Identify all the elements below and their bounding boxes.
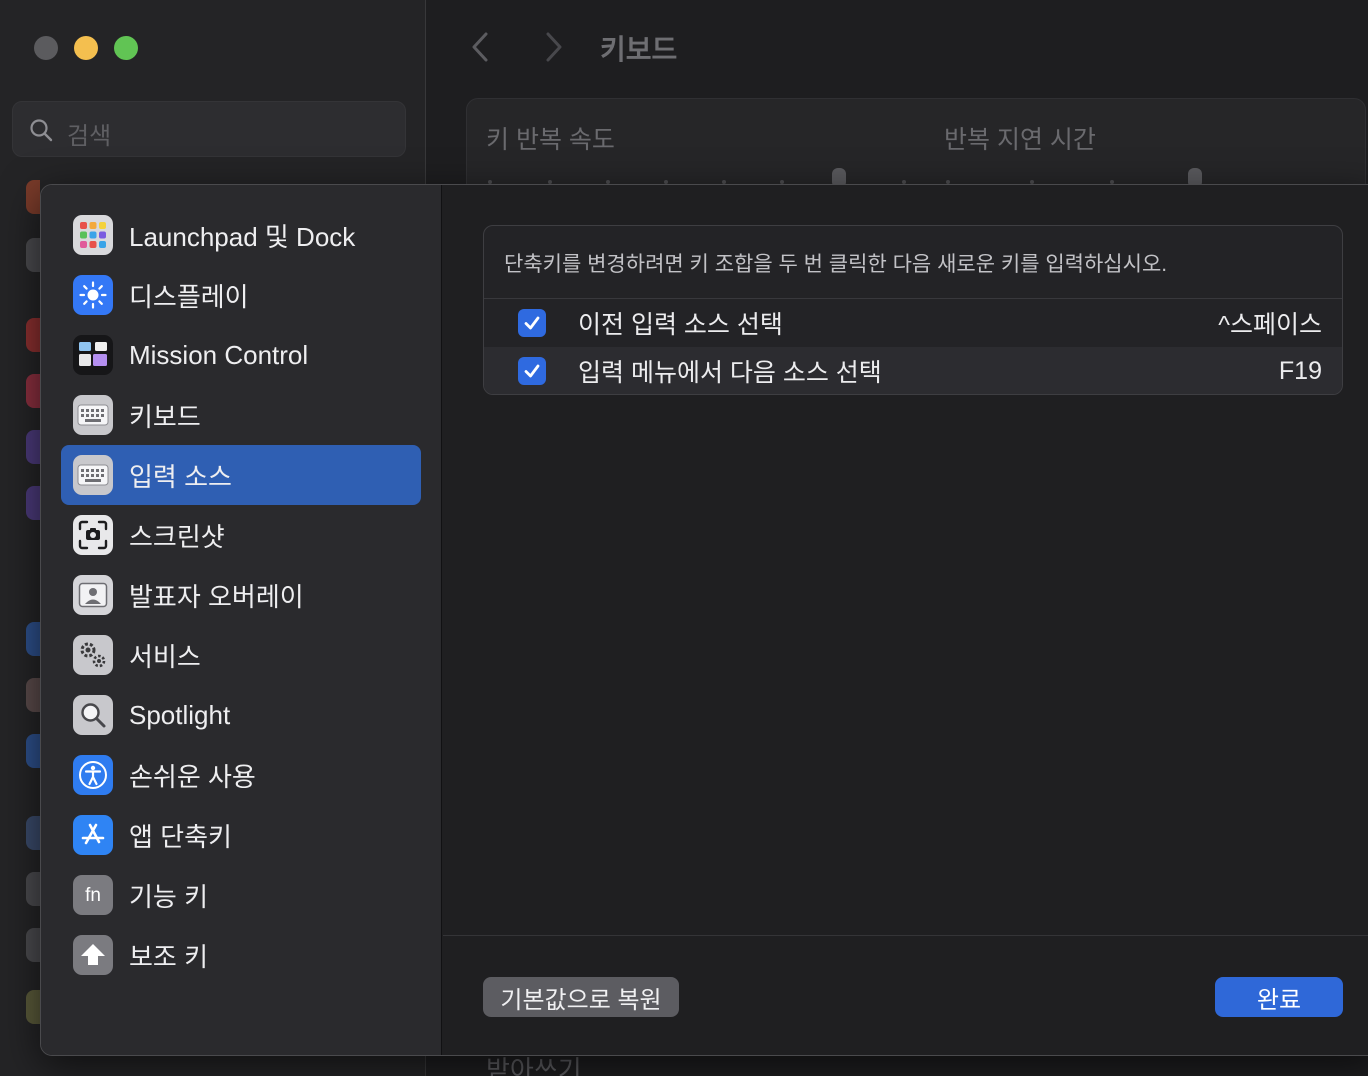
footer-divider [443,935,1368,936]
shortcut-detail-pane: 단축키를 변경하려면 키 조합을 두 번 클릭한 다음 새로운 키를 입력하십시… [443,185,1368,1055]
delay-until-repeat-label: 반복 지연 시간 [944,126,1096,154]
category-label: 키보드 [129,401,201,432]
page-title: 키보드 [600,34,678,65]
shortcut-hint-text: 단축키를 변경하려면 키 조합을 두 번 클릭한 다음 새로운 키를 입력하십시… [504,253,1168,276]
hidden-sidebar-icon [26,622,40,656]
category-services[interactable]: 서비스 [61,625,421,685]
key-repeat-rate-label: 키 반복 속도 [486,126,615,154]
keyboard-shortcuts-sheet: Launchpad 및 Dock 디스플레이 Mission Control 키… [40,184,1368,1056]
category-presenter-overlay[interactable]: 발표자 오버레이 [61,565,421,625]
window-close-button[interactable] [34,36,58,60]
search-placeholder: 검색 [67,123,112,150]
window-minimize-button[interactable] [74,36,98,60]
category-modifier-keys[interactable]: 보조 키 [61,925,421,985]
hidden-sidebar-icon [26,678,40,712]
hidden-sidebar-icon [26,872,40,906]
category-label: 스크린샷 [129,521,225,552]
hidden-sidebar-icon [26,928,40,962]
restore-defaults-button[interactable]: 기본값으로 복원 [483,977,679,1017]
hidden-sidebar-icon [26,816,40,850]
category-label: Mission Control [129,339,309,370]
category-keyboard[interactable]: 키보드 [61,385,421,445]
app-store-icon [73,815,113,855]
modifier-arrow-icon [73,935,113,975]
keyboard-icon [73,455,113,495]
shortcut-key-combo[interactable]: F19 [1279,357,1322,386]
launchpad-icon [73,215,113,255]
category-accessibility[interactable]: 손쉬운 사용 [61,745,421,805]
shortcut-enabled-checkbox[interactable] [518,309,546,337]
category-label: Launchpad 및 Dock [129,221,356,252]
hidden-sidebar-icon [26,486,40,520]
shortcut-key-combo[interactable]: ^스페이스 [1218,305,1322,341]
category-mission-control[interactable]: Mission Control [61,325,421,385]
svg-text:fn: fn [85,885,101,906]
category-label: 서비스 [129,641,201,672]
hidden-sidebar-icon [26,180,40,214]
screenshot-camera-icon [73,515,113,555]
category-label: Spotlight [129,699,231,730]
accessibility-icon [73,755,113,795]
category-app-shortcuts[interactable]: 앱 단축키 [61,805,421,865]
category-label: 입력 소스 [129,461,232,492]
category-label: 디스플레이 [129,281,249,312]
presenter-overlay-icon [73,575,113,615]
keyboard-icon [73,395,113,435]
shortcut-category-list: Launchpad 및 Dock 디스플레이 Mission Control 키… [41,185,442,1055]
category-launchpad-dock[interactable]: Launchpad 및 Dock [61,205,421,265]
shortcut-table: 단축키를 변경하려면 키 조합을 두 번 클릭한 다음 새로운 키를 입력하십시… [483,225,1343,395]
category-label: 발표자 오버레이 [129,581,304,612]
category-input-sources[interactable]: 입력 소스 [61,445,421,505]
category-spotlight[interactable]: Spotlight [61,685,421,745]
gears-icon [73,635,113,675]
shortcut-enabled-checkbox[interactable] [518,357,546,385]
search-icon [30,119,53,142]
category-label: 보조 키 [129,941,208,972]
magnifier-icon [73,695,113,735]
category-label: 앱 단축키 [129,821,232,852]
hidden-sidebar-icon [26,734,40,768]
shortcut-row[interactable]: 입력 메뉴에서 다음 소스 선택 F19 [484,347,1342,394]
done-button[interactable]: 완료 [1215,977,1343,1017]
shortcut-row[interactable]: 이전 입력 소스 선택 ^스페이스 [484,299,1342,347]
checkmark-icon [524,316,540,330]
category-screenshots[interactable]: 스크린샷 [61,505,421,565]
shortcut-label: 이전 입력 소스 선택 [578,311,783,339]
hidden-sidebar-icon [26,990,40,1024]
search-field[interactable]: 검색 [12,101,406,157]
category-function-keys[interactable]: fn 기능 키 [61,865,421,925]
fn-key-icon: fn [73,875,113,915]
shortcut-label: 입력 메뉴에서 다음 소스 선택 [578,359,882,387]
category-label: 손쉬운 사용 [129,761,256,792]
hidden-sidebar-icon [26,238,40,272]
hidden-sidebar-icon [26,430,40,464]
back-chevron-icon[interactable] [466,30,496,64]
hidden-sidebar-icon [26,318,40,352]
category-label: 기능 키 [129,881,208,912]
forward-chevron-icon[interactable] [538,30,568,64]
category-display[interactable]: 디스플레이 [61,265,421,325]
checkmark-icon [524,364,540,378]
hidden-sidebar-icon [26,374,40,408]
window-zoom-button[interactable] [114,36,138,60]
display-brightness-icon [73,275,113,315]
mission-control-icon [73,335,113,375]
